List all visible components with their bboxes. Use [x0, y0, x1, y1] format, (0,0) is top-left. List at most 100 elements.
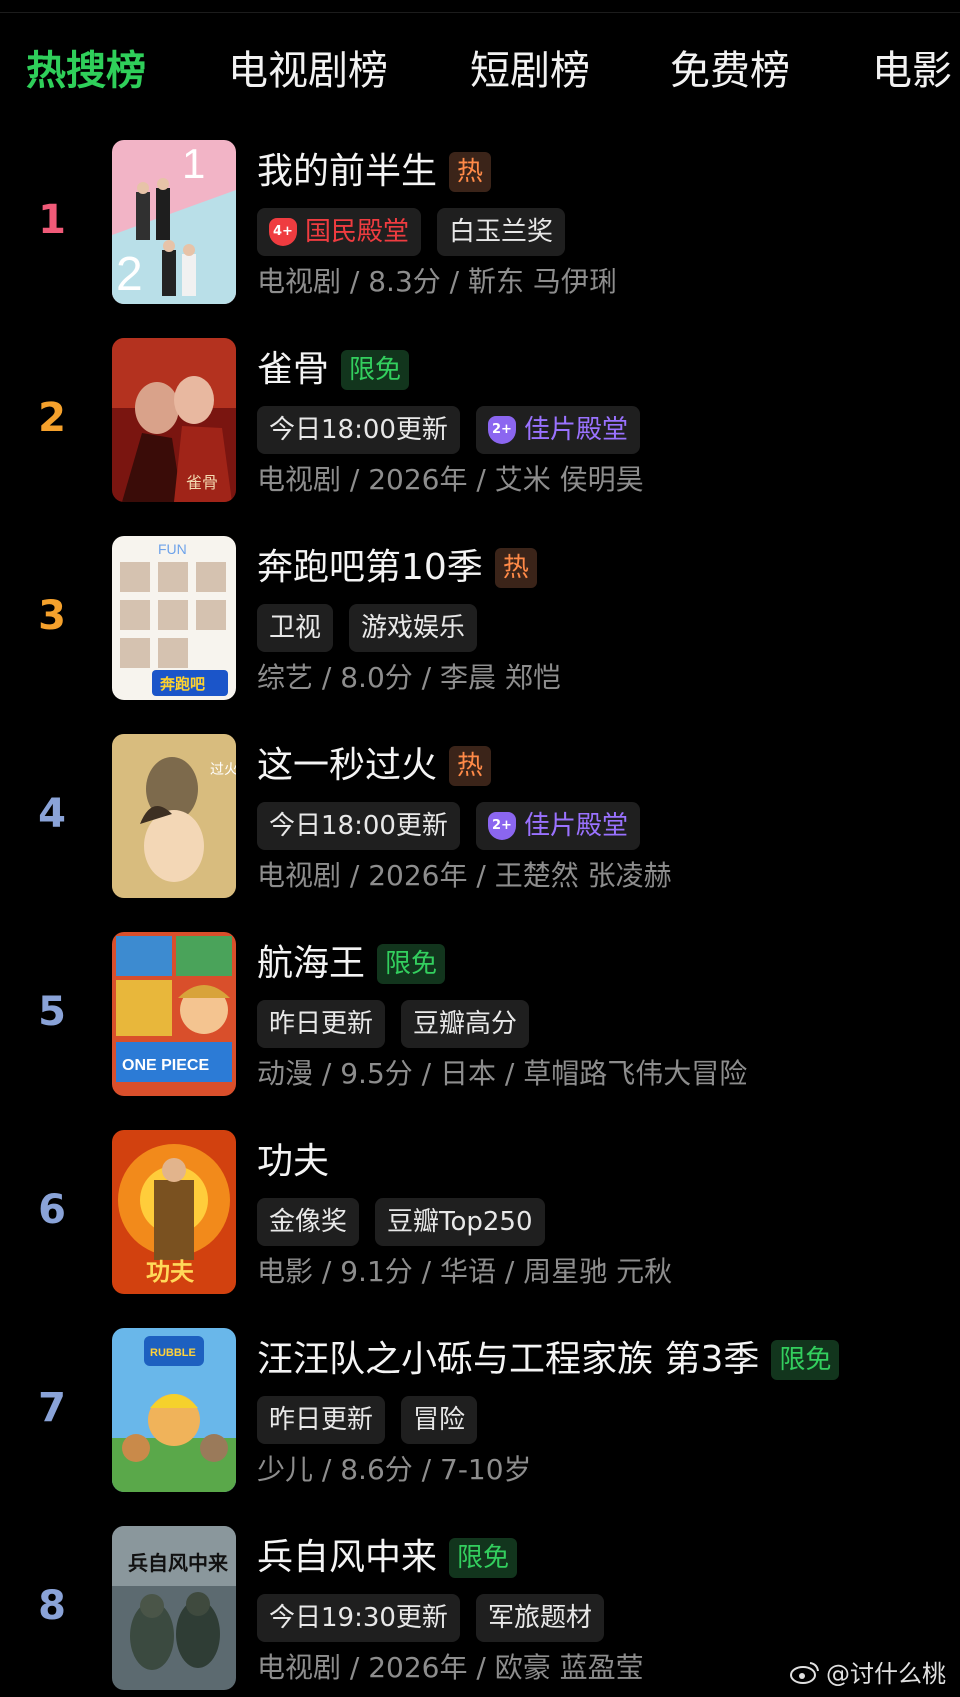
- show-title[interactable]: 兵自风中来: [257, 1532, 437, 1584]
- tag-chip: 4+ 国民殿堂: [257, 208, 422, 256]
- tab-short-drama[interactable]: 短剧榜: [470, 36, 590, 106]
- title-line: 奔跑吧第10季热: [257, 542, 537, 594]
- hot-badge: 热: [449, 152, 492, 192]
- rank-number: 1: [38, 197, 66, 243]
- free-badge: 限免: [341, 350, 410, 390]
- show-meta: 电视剧 / 2026年 / 王楚然 张凌赫: [257, 859, 672, 892]
- svg-text:RUBBLE: RUBBLE: [150, 1347, 196, 1359]
- romance-drama-poster: 12: [112, 140, 236, 304]
- rank-number: 3: [38, 593, 66, 639]
- award-shield-icon: 4+: [269, 218, 297, 246]
- show-title[interactable]: 雀骨: [257, 344, 329, 396]
- award-shield-icon: 2+: [487, 416, 516, 444]
- poster-thumbnail[interactable]: 过火: [112, 734, 236, 898]
- tag-chip: 2+ 佳片殿堂: [475, 802, 640, 850]
- award-shield-icon: 2+: [487, 812, 516, 840]
- tag-label: 豆瓣Top250: [387, 1207, 533, 1237]
- title-line: 功夫: [257, 1136, 329, 1188]
- show-meta: 电视剧 / 2026年 / 艾米 侯明昊: [257, 463, 644, 496]
- tag-row: 昨日更新 豆瓣高分: [257, 1000, 545, 1048]
- tag-chip: 军旅题材: [475, 1594, 604, 1642]
- tag-label: 游戏娱乐: [361, 613, 466, 643]
- rank-number: 4: [38, 791, 66, 837]
- poster-thumbnail[interactable]: 12: [112, 140, 236, 304]
- tab-tv-series[interactable]: 电视剧榜: [228, 36, 388, 106]
- poster-thumbnail[interactable]: ONE PIECE: [112, 932, 236, 1096]
- svg-text:2: 2: [116, 248, 143, 301]
- tag-chip: 豆瓣高分: [401, 1000, 530, 1048]
- tag-chip: 2+ 佳片殿堂: [475, 406, 640, 454]
- show-meta: 电视剧 / 8.3分 / 靳东 马伊琍: [257, 265, 617, 298]
- ranking-item[interactable]: 6 功夫 功夫 金像奖 豆瓣Top250 电影 / 9.1分 / 华语 / 周星驰 元秋: [0, 1130, 960, 1298]
- show-title[interactable]: 功夫: [257, 1136, 329, 1188]
- ranking-item[interactable]: 5 ONE PIECE 航海王 限免 昨日更新 豆瓣高分 动漫 / 9.5分 / 日本 / …: [0, 932, 960, 1100]
- tag-chip: 冒险: [401, 1396, 478, 1444]
- tag-label: 冒险: [413, 1405, 466, 1435]
- ranking-item[interactable]: 7 RUBBLE 汪汪队之小砾与工程家族 第3季 限免 昨日更新 冒险 少儿 / 8.6分 …: [0, 1328, 960, 1496]
- show-title[interactable]: 奔跑吧第10季: [257, 542, 483, 594]
- tag-label: 今日19:30更新: [269, 1603, 448, 1633]
- category-tabs: 热搜榜 电视剧榜 短剧榜 免费榜 电影: [0, 36, 960, 106]
- tag-label: 昨日更新: [269, 1009, 374, 1039]
- tab-free[interactable]: 免费榜: [670, 36, 790, 106]
- free-badge: 限免: [449, 1538, 518, 1578]
- rank-number: 5: [38, 989, 66, 1035]
- tag-chip: 今日18:00更新: [257, 802, 460, 850]
- tag-label: 国民殿堂: [305, 217, 410, 247]
- hot-badge: 热: [449, 746, 492, 786]
- weibo-icon: [790, 1661, 819, 1684]
- title-line: 这一秒过火热: [257, 740, 492, 792]
- svg-text:功夫: 功夫: [146, 1259, 195, 1286]
- ranking-item[interactable]: 2 雀骨 雀骨 限免 今日18:00更新 2+ 佳片殿堂 电视剧 / 2026年 / 艾米 侯…: [0, 338, 960, 506]
- ranking-item[interactable]: 3 FUN 奔跑吧 奔跑吧第10季热卫视 游戏娱乐综艺 / 8.0分 / 李晨 郑恺: [0, 536, 960, 704]
- tag-label: 今日18:00更新: [269, 415, 448, 445]
- hot-badge: 热: [494, 548, 537, 588]
- tab-movie[interactable]: 电影: [872, 36, 952, 106]
- show-meta: 电影 / 9.1分 / 华语 / 周星驰 元秋: [257, 1255, 673, 1288]
- show-meta: 综艺 / 8.0分 / 李晨 郑恺: [257, 661, 561, 694]
- costume-drama-poster: 雀骨: [112, 338, 236, 502]
- svg-text:雀骨: 雀骨: [186, 474, 218, 492]
- tab-hot-search[interactable]: 热搜榜: [26, 36, 146, 106]
- military-drama-poster: 兵自风中来: [112, 1526, 236, 1690]
- poster-thumbnail[interactable]: 功夫: [112, 1130, 236, 1294]
- poster-thumbnail[interactable]: RUBBLE: [112, 1328, 236, 1492]
- show-title[interactable]: 航海王: [257, 938, 365, 990]
- tag-label: 白玉兰奖: [449, 217, 554, 247]
- tag-label: 豆瓣高分: [413, 1009, 518, 1039]
- show-meta: 少儿 / 8.6分 / 7-10岁: [257, 1453, 532, 1486]
- free-badge: 限免: [377, 944, 446, 984]
- title-line: 兵自风中来 限免: [257, 1532, 518, 1584]
- svg-text:过火: 过火: [210, 762, 236, 778]
- tag-chip: 昨日更新: [257, 1396, 386, 1444]
- tag-chip: 豆瓣Top250: [375, 1198, 545, 1246]
- tag-row: 今日19:30更新 军旅题材: [257, 1594, 620, 1642]
- tag-chip: 昨日更新: [257, 1000, 386, 1048]
- title-line: 航海王 限免: [257, 938, 446, 990]
- ranking-item[interactable]: 1 1 2 我的前半生热 4+ 国民殿堂 白玉兰奖 电视剧 / 8.3分 / 靳东 马伊琍: [0, 140, 960, 308]
- show-meta: 动漫 / 9.5分 / 日本 / 草帽路飞伟大冒险: [257, 1057, 748, 1090]
- poster-thumbnail[interactable]: 兵自风中来: [112, 1526, 236, 1690]
- poster-thumbnail[interactable]: FUN 奔跑吧: [112, 536, 236, 700]
- kids-cartoon-poster: RUBBLE: [112, 1328, 236, 1492]
- svg-text:1: 1: [182, 140, 205, 187]
- romance-portrait-poster: 过火: [112, 734, 236, 898]
- svg-text:奔跑吧: 奔跑吧: [159, 675, 205, 693]
- poster-thumbnail[interactable]: 雀骨: [112, 338, 236, 502]
- tag-label: 卫视: [269, 613, 322, 643]
- ranking-item[interactable]: 4 过火 这一秒过火热今日18:00更新 2+ 佳片殿堂电视剧 / 2026年 / 王楚…: [0, 734, 960, 902]
- svg-text:ONE PIECE: ONE PIECE: [122, 1057, 209, 1074]
- tag-row: 4+ 国民殿堂 白玉兰奖: [257, 208, 581, 256]
- svg-text:FUN: FUN: [158, 541, 187, 557]
- svg-text:兵自风中来: 兵自风中来: [128, 1551, 229, 1575]
- tag-label: 金像奖: [269, 1207, 348, 1237]
- show-title[interactable]: 我的前半生: [257, 146, 437, 198]
- watermark: @讨什么桃: [790, 1654, 946, 1689]
- show-title[interactable]: 这一秒过火: [257, 740, 437, 792]
- tag-chip: 游戏娱乐: [349, 604, 478, 652]
- free-badge: 限免: [771, 1340, 840, 1380]
- tag-chip: 今日19:30更新: [257, 1594, 460, 1642]
- show-title[interactable]: 汪汪队之小砾与工程家族 第3季: [257, 1334, 759, 1386]
- tag-row: 今日18:00更新 2+ 佳片殿堂: [257, 406, 656, 454]
- tag-label: 昨日更新: [269, 1405, 374, 1435]
